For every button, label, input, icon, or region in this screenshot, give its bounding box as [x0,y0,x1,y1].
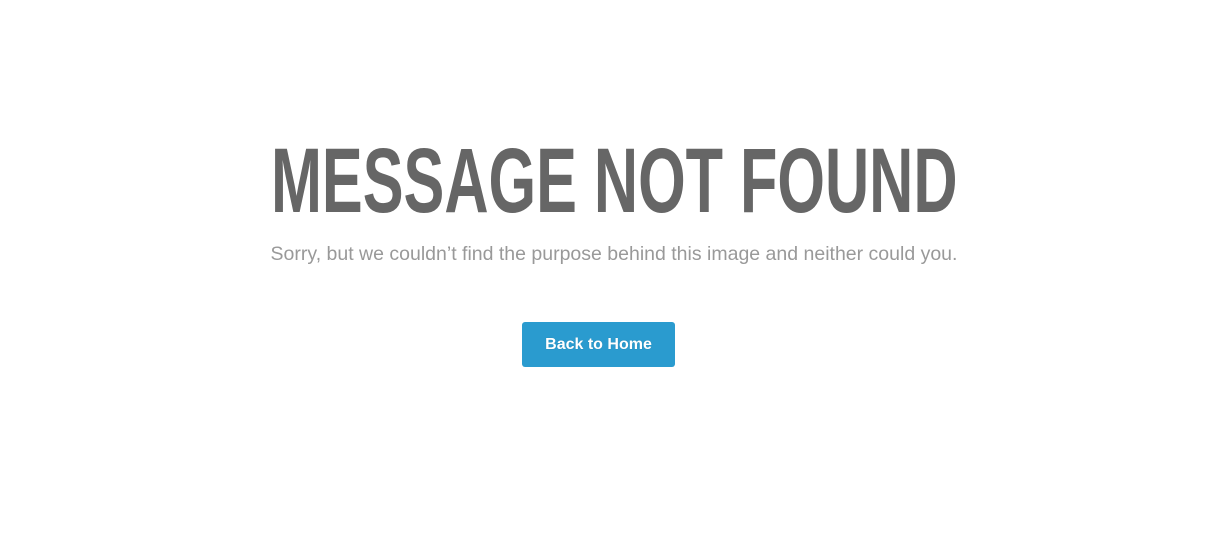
page-title: MESSAGE NOT FOUND [270,130,958,232]
error-message: Sorry, but we couldn’t find the purpose … [270,243,958,265]
heading-container: MESSAGE NOT FOUND [0,131,1228,231]
back-to-home-button[interactable]: Back to Home [522,322,675,367]
